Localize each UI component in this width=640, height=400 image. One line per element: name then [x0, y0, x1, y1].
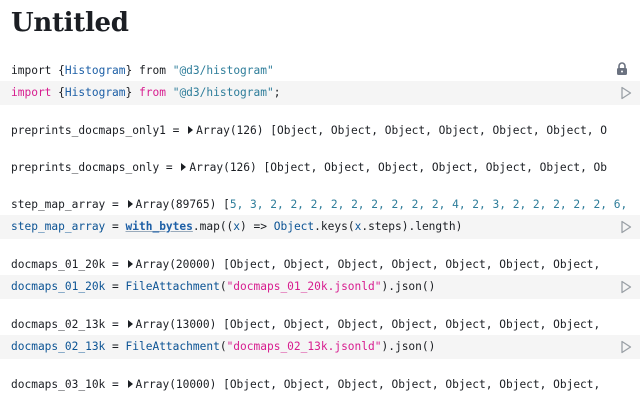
variable-name: docmaps_03_10k	[11, 378, 106, 391]
code-punct: .keys(	[314, 220, 355, 233]
equals: =	[105, 340, 126, 353]
import-name: Histogram	[64, 64, 126, 77]
code-punct: .map((	[192, 220, 234, 233]
play-icon[interactable]	[620, 220, 632, 234]
cell-source-step-map[interactable]: step_map_array = with_bytes.map((x) => O…	[0, 215, 640, 239]
module-string: "@d3/histogram"	[172, 64, 274, 77]
from-keyword: from	[132, 86, 173, 99]
code-punct: (	[219, 340, 227, 353]
equals: =	[105, 280, 126, 293]
expand-triangle-icon[interactable]	[188, 126, 194, 134]
lock-icon[interactable]	[614, 61, 630, 77]
equals: =	[159, 161, 180, 174]
array-type[interactable]: Array(10000)	[136, 378, 217, 391]
code-punct: ).json()	[381, 280, 436, 293]
expand-triangle-icon[interactable]	[127, 200, 133, 208]
cell-source-docmaps-01[interactable]: docmaps_01_20k = FileAttachment("docmaps…	[0, 275, 640, 299]
brace-open: {	[51, 64, 65, 77]
semicolon: ;	[273, 86, 281, 99]
expand-triangle-icon[interactable]	[181, 163, 187, 171]
file-string: "docmaps_01_20k.jsonld"	[226, 280, 382, 293]
array-type[interactable]: Array(126)	[196, 124, 263, 137]
import-name: Histogram	[64, 86, 126, 99]
play-icon[interactable]	[620, 280, 632, 294]
equals: =	[105, 220, 126, 233]
function-name: FileAttachment	[125, 280, 220, 293]
module-string: "@d3/histogram"	[172, 86, 274, 99]
variable-name: step_map_array	[11, 220, 106, 233]
cell-output-preprints-only1[interactable]: preprints_docmaps_only1 = Array(126) [Ob…	[11, 124, 631, 137]
code-punct: (	[219, 280, 227, 293]
array-type[interactable]: Array(89765)	[136, 198, 217, 211]
cell-output-import[interactable]: import {Histogram} from "@d3/histogram"	[11, 64, 631, 77]
file-string: "docmaps_02_13k.jsonld"	[226, 340, 382, 353]
array-type[interactable]: Array(126)	[189, 161, 256, 174]
keyword: import	[11, 64, 52, 77]
cell-source-import[interactable]: import {Histogram} from "@d3/histogram";	[0, 81, 640, 105]
equals: =	[105, 258, 126, 271]
from-keyword: from	[132, 64, 173, 77]
object-name: Object	[273, 220, 315, 233]
variable-name: preprints_docmaps_only1	[11, 124, 166, 137]
expand-triangle-icon[interactable]	[127, 380, 133, 388]
variable-name: preprints_docmaps_only	[11, 161, 160, 174]
variable-name: docmaps_01_20k	[11, 280, 106, 293]
cell-output-step-map[interactable]: step_map_array = Array(89765) [5, 3, 2, …	[11, 198, 631, 211]
reference-link[interactable]: with_bytes	[126, 220, 193, 233]
bracket-open: [	[216, 198, 230, 211]
equals: =	[105, 378, 126, 391]
cell-source-docmaps-02[interactable]: docmaps_02_13k = FileAttachment("docmaps…	[0, 335, 640, 359]
cell-output-preprints-only[interactable]: preprints_docmaps_only = Array(126) [Obj…	[11, 161, 631, 174]
play-icon[interactable]	[620, 86, 632, 100]
variable-name: docmaps_01_20k	[11, 258, 106, 271]
array-preview: [Object, Object, Object, Object, Object,…	[216, 258, 601, 271]
array-preview: [Object, Object, Object, Object, Object,…	[256, 161, 608, 174]
keyword: import	[11, 86, 52, 99]
variable-name: docmaps_02_13k	[11, 340, 106, 353]
array-values: 5, 3, 2, 2, 2, 2, 2, 2, 2, 2, 2, 4, 2, 3…	[229, 198, 631, 211]
array-preview: [Object, Object, Object, Object, Object,…	[263, 124, 608, 137]
array-preview: [Object, Object, Object, Object, Object,…	[216, 318, 601, 331]
equals: =	[105, 198, 126, 211]
array-type[interactable]: Array(13000)	[136, 318, 217, 331]
function-name: FileAttachment	[125, 340, 220, 353]
expand-triangle-icon[interactable]	[127, 260, 133, 268]
cell-output-docmaps-01[interactable]: docmaps_01_20k = Array(20000) [Object, O…	[11, 258, 631, 271]
equals: =	[105, 318, 126, 331]
variable-name: step_map_array	[11, 198, 106, 211]
page-title: Untitled	[11, 8, 129, 38]
expand-triangle-icon[interactable]	[127, 320, 133, 328]
play-icon[interactable]	[620, 340, 632, 354]
code-punct: ).json()	[381, 340, 436, 353]
variable-name: docmaps_02_13k	[11, 318, 106, 331]
array-preview: [Object, Object, Object, Object, Object,…	[216, 378, 601, 391]
code-punct: .steps).length)	[361, 220, 463, 233]
cell-output-docmaps-03[interactable]: docmaps_03_10k = Array(10000) [Object, O…	[11, 378, 631, 391]
array-type[interactable]: Array(20000)	[136, 258, 217, 271]
equals: =	[165, 124, 187, 137]
cell-output-docmaps-02[interactable]: docmaps_02_13k = Array(13000) [Object, O…	[11, 318, 631, 331]
code-punct: ) =>	[240, 220, 274, 233]
brace-open: {	[51, 86, 65, 99]
